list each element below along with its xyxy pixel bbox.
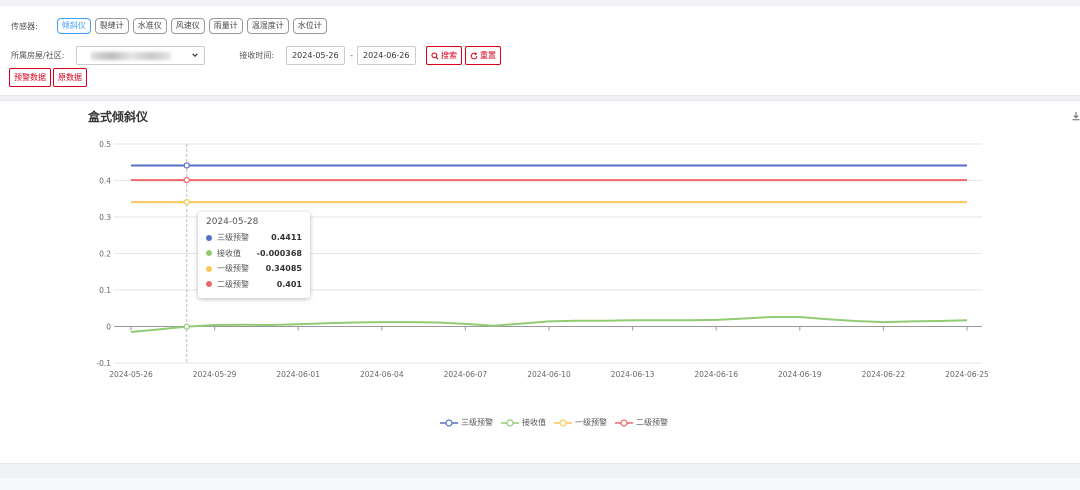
tooltip-value: -0.000368 [256, 248, 302, 258]
bottom-strip [0, 478, 1080, 490]
query-row: 所属房屋/社区: 接收时间: 2024-05-26 - 2024-06-26 搜… [11, 46, 501, 65]
y-tick-label: 0.2 [99, 250, 111, 259]
line-chart: -0.1 0 0.1 0.2 0.3 0.4 0.5 2024-05-26 2024-05-29… [96, 140, 989, 379]
tooltip-value: 0.34085 [265, 264, 302, 274]
chevron-down-icon [192, 53, 199, 57]
x-tick-label: 2024-06-22 [862, 370, 906, 379]
district-label: 所属房屋/社区: [11, 51, 65, 60]
tooltip-date: 2024-05-28 [206, 217, 259, 227]
sensor-chip-anemometer[interactable]: 风速仪 [170, 18, 205, 34]
tooltip-name: 二级预警 [217, 279, 249, 289]
legend-item-received[interactable]: 接收值 [501, 417, 546, 428]
x-tick-label: 2024-06-04 [360, 370, 404, 379]
date-to-input[interactable]: 2024-06-26 [356, 46, 416, 65]
sensor-chip-crack-meter[interactable]: 裂缝计 [94, 18, 129, 34]
x-tick-label: 2024-06-10 [527, 370, 571, 379]
reset-button[interactable]: 重置 [464, 46, 501, 65]
data-point[interactable] [183, 323, 190, 330]
tooltip-value: 0.4411 [271, 233, 302, 243]
legend-item-level1[interactable]: 一级预警 [554, 417, 607, 428]
filter-panel: 传感器: 倾斜仪 裂缝计 水准仪 风速仪 雨量计 温湿度计 水位计 所属房屋/社… [0, 6, 1080, 96]
legend-label: 一级预警 [575, 418, 607, 427]
reset-button-label: 重置 [479, 51, 496, 60]
legend-marker-icon [501, 418, 519, 427]
tooltip-dot-received [206, 250, 212, 257]
y-tick-label: 0.1 [99, 286, 111, 295]
chart-panel: 盒式倾斜仪 -0.1 0 0.1 0.2 0.3 0.4 0.5 2024-05-26 2024… [0, 100, 1080, 464]
sensor-chip-level-gauge[interactable]: 水准仪 [132, 18, 167, 34]
tooltip-row: 一级预警 0.34085 [206, 261, 302, 277]
data-mode-row: 预警数据 原数据 [9, 68, 87, 87]
tooltip-dot-level2 [206, 281, 212, 288]
y-tick-label: 0.4 [99, 177, 111, 186]
tooltip-row: 接收值 -0.000368 [206, 246, 302, 262]
tooltip-row: 三级预警 0.4411 [206, 230, 302, 246]
time-label: 接收时间: [239, 51, 275, 60]
tooltip-name: 接收值 [217, 248, 241, 258]
y-tick-label: 0.3 [99, 213, 111, 222]
raw-data-button[interactable]: 原数据 [53, 68, 87, 87]
search-button[interactable]: 搜索 [425, 46, 462, 65]
tooltip-row: 二级预警 0.401 [206, 277, 302, 293]
sensor-label: 传感器: [11, 21, 38, 31]
chart-tooltip: 2024-05-28 三级预警 0.4411 接收值 -0.000368 一级预… [198, 212, 310, 298]
data-point[interactable] [183, 162, 190, 169]
district-select[interactable] [76, 46, 206, 65]
sensor-chip-water-level[interactable]: 水位计 [292, 18, 327, 34]
sensor-chip-rain-gauge[interactable]: 雨量计 [208, 18, 243, 34]
x-tick-label: 2024-06-25 [945, 370, 989, 379]
refresh-icon [470, 51, 478, 59]
sensor-chip-hygrometer[interactable]: 温湿度计 [246, 18, 289, 34]
x-tick-label: 2024-05-26 [109, 370, 153, 379]
y-tick-label: 0 [106, 323, 111, 332]
data-point[interactable] [183, 198, 190, 206]
x-tick-label: 2024-06-13 [611, 370, 655, 379]
search-button-label: 搜索 [440, 51, 457, 60]
search-icon [431, 51, 439, 60]
district-value-redacted [91, 52, 172, 60]
tooltip-dot-level1 [206, 265, 212, 272]
legend-label: 接收值 [522, 418, 546, 427]
x-tick-label: 2024-05-29 [193, 370, 237, 379]
tooltip-name: 一级预警 [217, 264, 249, 274]
sensor-row: 传感器: 倾斜仪 裂缝计 水准仪 风速仪 雨量计 温湿度计 水位计 [11, 18, 331, 34]
legend-marker-icon [554, 418, 572, 427]
x-tick-label: 2024-06-01 [276, 370, 320, 379]
chart-legend: 三级预警 接收值 一级预警 二级预警 [440, 417, 676, 428]
legend-label: 二级预警 [636, 418, 668, 427]
tooltip-dot-level3 [206, 234, 212, 241]
x-tick-label: 2024-06-16 [694, 370, 738, 379]
legend-item-level3[interactable]: 三级预警 [440, 417, 493, 428]
date-from-input[interactable]: 2024-05-26 [286, 46, 346, 65]
tooltip-value: 0.401 [276, 279, 302, 289]
y-tick-label: 0.5 [99, 140, 111, 149]
date-separator: - [350, 51, 353, 60]
x-tick-label: 2024-06-07 [444, 370, 488, 379]
y-tick-label: -0.1 [96, 359, 111, 368]
x-tick-label: 2024-06-19 [778, 370, 822, 379]
warning-data-button[interactable]: 预警数据 [9, 68, 51, 87]
legend-marker-icon [440, 418, 458, 427]
data-point[interactable] [183, 177, 190, 184]
legend-label: 三级预警 [461, 418, 493, 427]
legend-item-level2[interactable]: 二级预警 [615, 417, 668, 428]
tooltip-name: 三级预警 [217, 233, 249, 243]
sensor-chip-inclinometer[interactable]: 倾斜仪 [56, 18, 91, 34]
legend-marker-icon [615, 418, 633, 427]
